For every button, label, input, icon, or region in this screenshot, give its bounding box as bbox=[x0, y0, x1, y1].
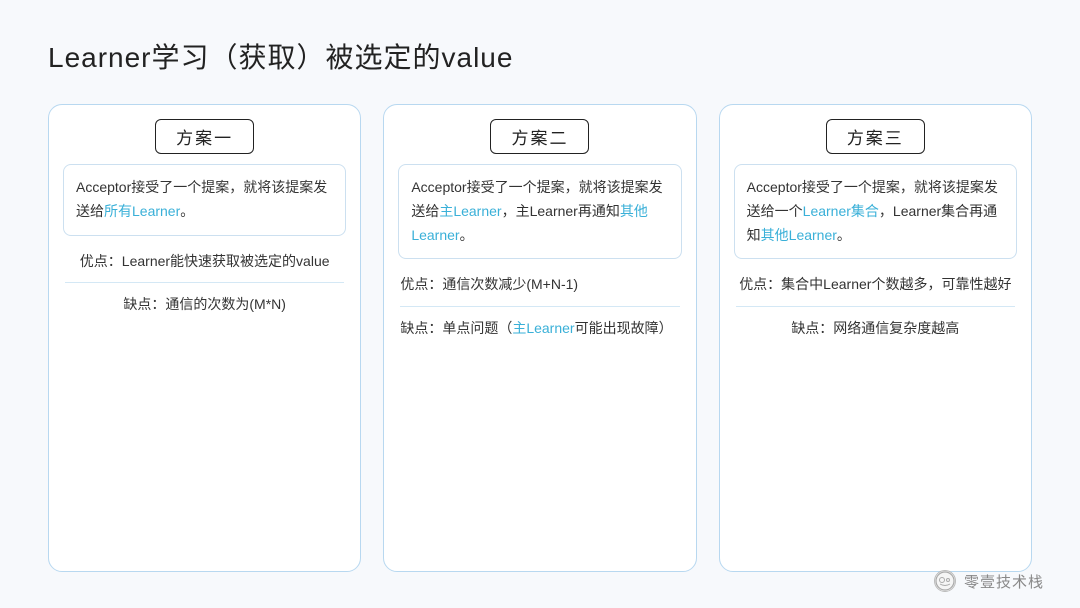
card-2-header: 方案二 bbox=[384, 105, 695, 164]
card-3-divider bbox=[736, 306, 1015, 307]
card-2-header-label: 方案二 bbox=[490, 119, 589, 154]
card-3-header-label: 方案三 bbox=[826, 119, 925, 154]
card-1-pros: 优点：Learner能快速获取被选定的value bbox=[65, 248, 344, 275]
card-3: 方案三 Acceptor接受了一个提案，就将该提案发送给一个Learner集合，… bbox=[719, 104, 1032, 572]
card-2-desc-text2: ，主Learner再通知 bbox=[502, 203, 620, 219]
card-1-desc-text2: 。 bbox=[180, 203, 194, 219]
cards-row: 方案一 Acceptor接受了一个提案，就将该提案发送给所有Learner。 优… bbox=[48, 104, 1032, 572]
footer-logo-svg bbox=[935, 571, 955, 591]
card-2-body: Acceptor接受了一个提案，就将该提案发送给主Learner，主Learne… bbox=[384, 164, 695, 571]
card-2-desc-text3: 。 bbox=[460, 227, 474, 243]
card-1-cons: 缺点：通信的次数为(M*N) bbox=[65, 291, 344, 318]
card-1-header: 方案一 bbox=[49, 105, 360, 164]
page-container: Learner学习（获取）被选定的value 方案一 Acceptor接受了一个… bbox=[0, 0, 1080, 608]
card-3-pros-cons: 优点：集合中Learner个数越多，可靠性越好 缺点：网络通信复杂度越高 bbox=[734, 271, 1017, 341]
card-2-description: Acceptor接受了一个提案，就将该提案发送给主Learner，主Learne… bbox=[398, 164, 681, 259]
card-3-body: Acceptor接受了一个提案，就将该提案发送给一个Learner集合，Lear… bbox=[720, 164, 1031, 571]
card-2-pros: 优点：通信次数减少(M+N-1) bbox=[400, 271, 679, 298]
card-1-divider bbox=[65, 282, 344, 283]
footer: 零壹技术栈 bbox=[934, 570, 1044, 592]
card-3-cons: 缺点：网络通信复杂度越高 bbox=[736, 315, 1015, 342]
card-1: 方案一 Acceptor接受了一个提案，就将该提案发送给所有Learner。 优… bbox=[48, 104, 361, 572]
card-2-divider bbox=[400, 306, 679, 307]
card-2-desc-highlight1: 主Learner bbox=[439, 203, 501, 219]
card-1-header-label: 方案一 bbox=[155, 119, 254, 154]
card-2-cons: 缺点：单点问题（主Learner可能出现故障） bbox=[400, 315, 679, 342]
card-3-description: Acceptor接受了一个提案，就将该提案发送给一个Learner集合，Lear… bbox=[734, 164, 1017, 259]
card-1-pros-cons: 优点：Learner能快速获取被选定的value 缺点：通信的次数为(M*N) bbox=[63, 248, 346, 318]
card-2: 方案二 Acceptor接受了一个提案，就将该提案发送给主Learner，主Le… bbox=[383, 104, 696, 572]
card-3-desc-text3: 。 bbox=[837, 227, 851, 243]
card-1-desc-highlight1: 所有Learner bbox=[104, 203, 180, 219]
card-2-pros-cons: 优点：通信次数减少(M+N-1) 缺点：单点问题（主Learner可能出现故障） bbox=[398, 271, 681, 341]
card-3-pros: 优点：集合中Learner个数越多，可靠性越好 bbox=[736, 271, 1015, 298]
card-3-desc-highlight2: 其他Learner bbox=[761, 227, 837, 243]
card-3-desc-highlight1: Learner集合 bbox=[803, 203, 879, 219]
card-1-body: Acceptor接受了一个提案，就将该提案发送给所有Learner。 优点：Le… bbox=[49, 164, 360, 571]
card-1-description: Acceptor接受了一个提案，就将该提案发送给所有Learner。 bbox=[63, 164, 346, 236]
card-3-header: 方案三 bbox=[720, 105, 1031, 164]
footer-text: 零壹技术栈 bbox=[964, 571, 1044, 592]
page-title: Learner学习（获取）被选定的value bbox=[48, 36, 1032, 76]
footer-logo bbox=[934, 570, 956, 592]
